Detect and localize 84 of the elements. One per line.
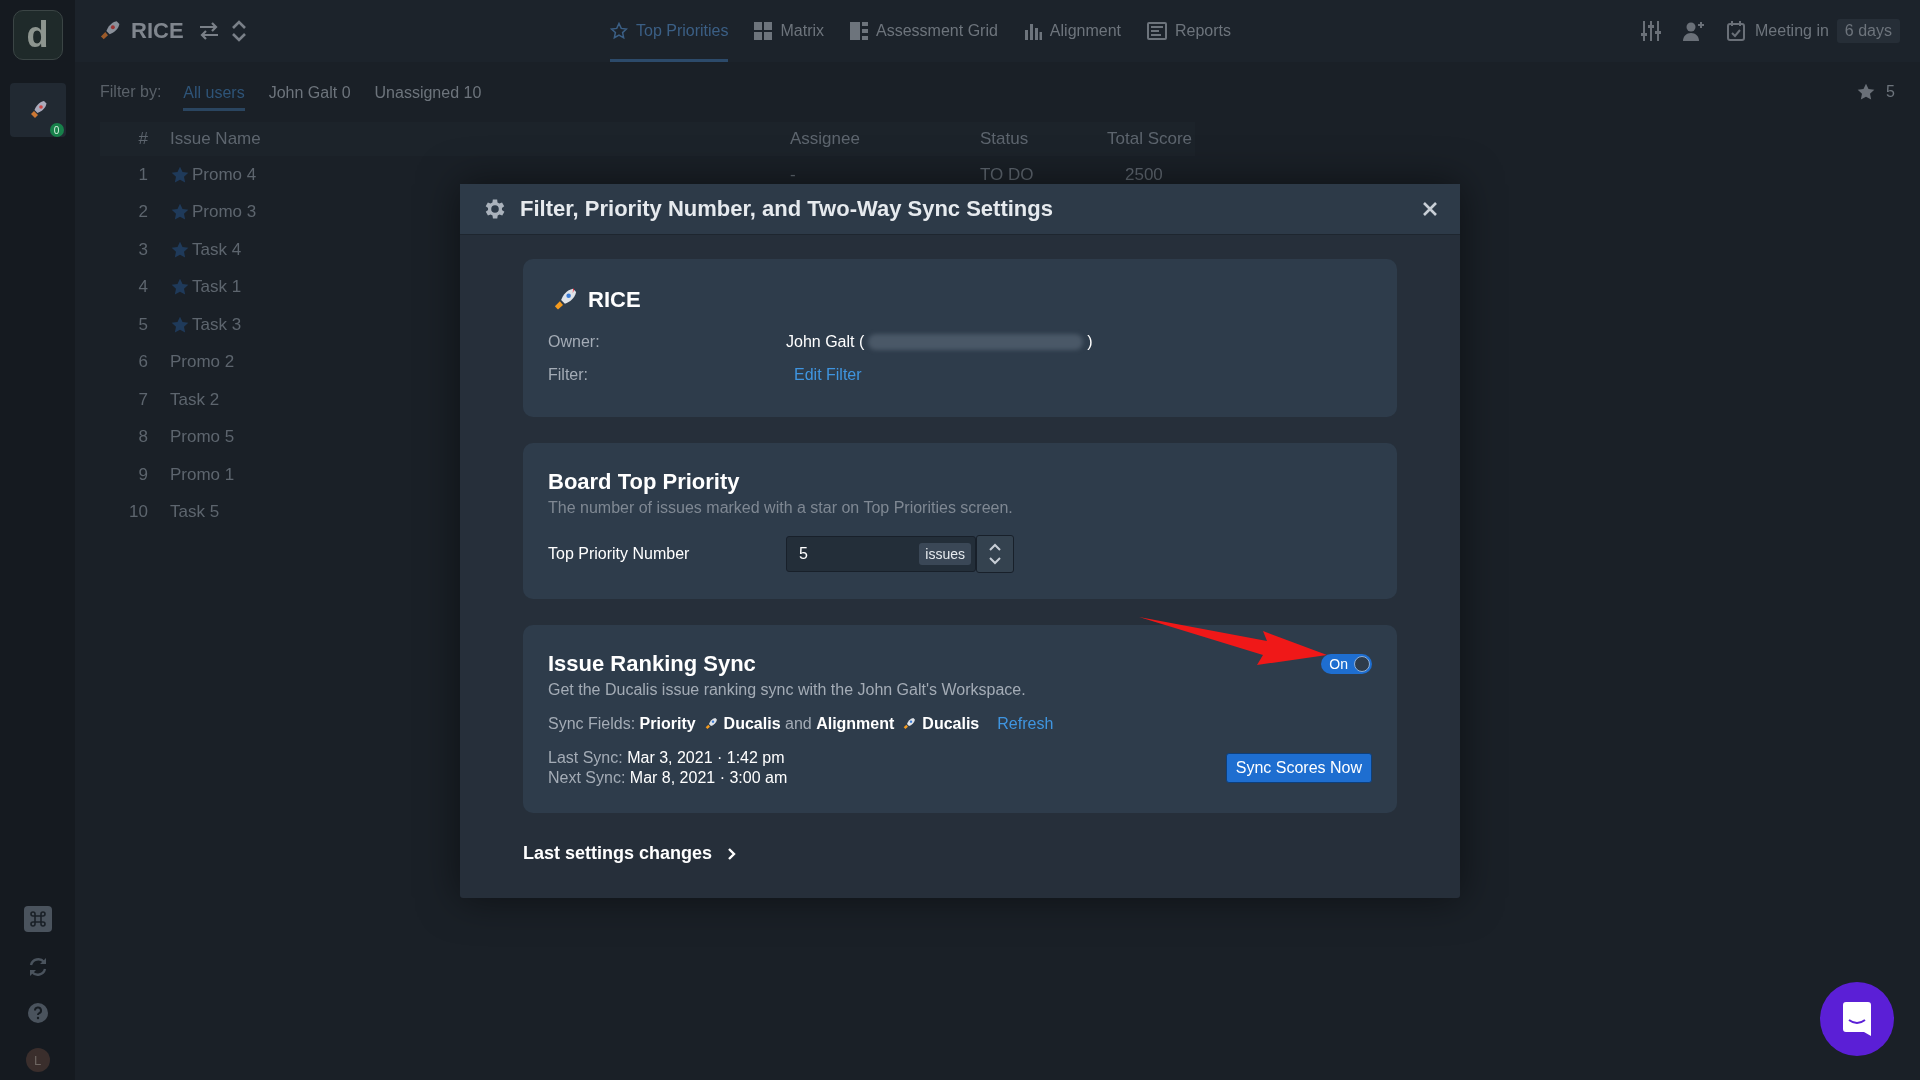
sync-fields-text: Ducalis [922, 715, 980, 733]
issue-name[interactable]: Promo 4 [192, 164, 257, 185]
issue-name[interactable]: Task 2 [170, 389, 220, 410]
row-number: 2 [137, 202, 149, 223]
last-sync-label: Last Sync: [548, 749, 623, 766]
sliders-icon[interactable] [1641, 20, 1662, 42]
swap-icon[interactable] [197, 22, 220, 40]
star-icon [1856, 82, 1877, 102]
issue-name[interactable]: Promo 3 [192, 202, 257, 223]
sync-scores-button[interactable]: Sync Scores Now [1225, 753, 1372, 783]
issue-name[interactable]: Task 4 [192, 239, 242, 260]
next-sync-time: Mar 8, 2021 · 3:00 am [629, 769, 788, 786]
field-label: Top Priority Number [548, 545, 691, 563]
user-avatar[interactable]: L [25, 1048, 50, 1072]
help-icon[interactable] [26, 1002, 49, 1024]
row-number: 3 [137, 239, 149, 260]
row-number: 8 [137, 427, 149, 448]
number-field[interactable]: 5 issues [786, 536, 976, 572]
section-description: Get the Ducalis issue ranking sync with the John Galt's Workspace. [548, 681, 1027, 699]
logo[interactable]: d [12, 10, 63, 60]
issue-name[interactable]: Task 1 [192, 277, 242, 298]
filter-option[interactable]: All users [183, 78, 245, 111]
meeting-label: Meeting in [1755, 22, 1829, 40]
next-sync-label: Next Sync: [548, 769, 626, 786]
board-title: RICE [131, 18, 184, 44]
dialog-title: Filter, Priority Number, and Two-Way Sync Settings [520, 196, 1053, 222]
section-title: Board Top Priority [548, 469, 741, 495]
close-icon[interactable] [1422, 201, 1438, 217]
section-title: Issue Ranking Sync [548, 651, 756, 677]
column-header: Total Score [1106, 129, 1194, 149]
column-header: # [137, 129, 149, 149]
row-number: 10 [128, 502, 149, 523]
section-description: The number of issues marked with a star on Top Priorities screen. [548, 499, 1014, 517]
board-button[interactable]: 0 [9, 83, 66, 137]
refresh-link[interactable]: Refresh [997, 715, 1054, 733]
filter-label: Filter by: [100, 83, 162, 101]
star-icon [610, 22, 628, 40]
row-number: 6 [137, 352, 149, 373]
table-cell-text: - [789, 164, 797, 185]
filter-label: Filter: [548, 365, 589, 384]
row-number: 7 [137, 389, 149, 410]
unit-label: issues [919, 543, 971, 565]
column-header: Issue Name [169, 129, 262, 149]
owner-label: Owner: [548, 332, 601, 351]
filter-option[interactable]: Unassigned 10 [374, 78, 482, 111]
issue-name[interactable]: Promo 2 [170, 352, 235, 373]
issue-name[interactable]: Task 5 [170, 502, 220, 523]
expand-icon[interactable] [229, 20, 248, 42]
calendar-icon [1727, 21, 1746, 41]
sync-toggle[interactable]: On [1321, 654, 1372, 674]
issue-name[interactable]: Task 3 [192, 314, 242, 335]
board-badge: 0 [49, 123, 64, 137]
sync-fields-text: Ducalis and Alignment [723, 715, 895, 733]
owner-suffix: ) [1087, 332, 1093, 351]
nav-tab[interactable]: Matrix [754, 0, 825, 62]
nav-tab[interactable]: Reports [1147, 0, 1232, 62]
row-number: 9 [137, 464, 149, 485]
grid-icon [754, 22, 773, 40]
filter-option[interactable]: John Galt 0 [268, 78, 351, 111]
bar-chart-icon [1023, 22, 1042, 40]
edit-filter-link[interactable]: Edit Filter [794, 365, 862, 384]
issue-name[interactable]: Promo 1 [170, 464, 235, 485]
add-user-icon[interactable] [1683, 21, 1706, 41]
row-number: 4 [137, 277, 149, 298]
meeting-badge[interactable]: 6 days [1836, 19, 1900, 43]
last-settings-link[interactable]: Last settings changes [523, 843, 739, 864]
board-name: RICE [588, 287, 641, 313]
table-cell-text: TO DO [979, 164, 1035, 185]
star-count: 5 [1886, 83, 1895, 101]
command-icon[interactable] [23, 906, 52, 932]
columns-icon [850, 22, 869, 40]
nav-tab[interactable]: Top Priorities [610, 0, 729, 62]
sync-fields-text: Sync Fields: Priority [548, 715, 696, 733]
last-sync-time: Mar 3, 2021 · 1:42 pm [627, 749, 785, 766]
table-cell-text: 2500 [1124, 164, 1164, 185]
row-number: 1 [137, 164, 149, 185]
issue-name[interactable]: Promo 5 [170, 427, 235, 448]
nav-tab[interactable]: Assessment Grid [850, 0, 998, 62]
column-header: Assignee [789, 129, 861, 149]
owner-name: John Galt ( [786, 332, 865, 351]
document-icon [1147, 22, 1167, 40]
nav-tab[interactable]: Alignment [1023, 0, 1121, 62]
column-header: Status [979, 129, 1030, 149]
row-number: 5 [137, 314, 149, 335]
